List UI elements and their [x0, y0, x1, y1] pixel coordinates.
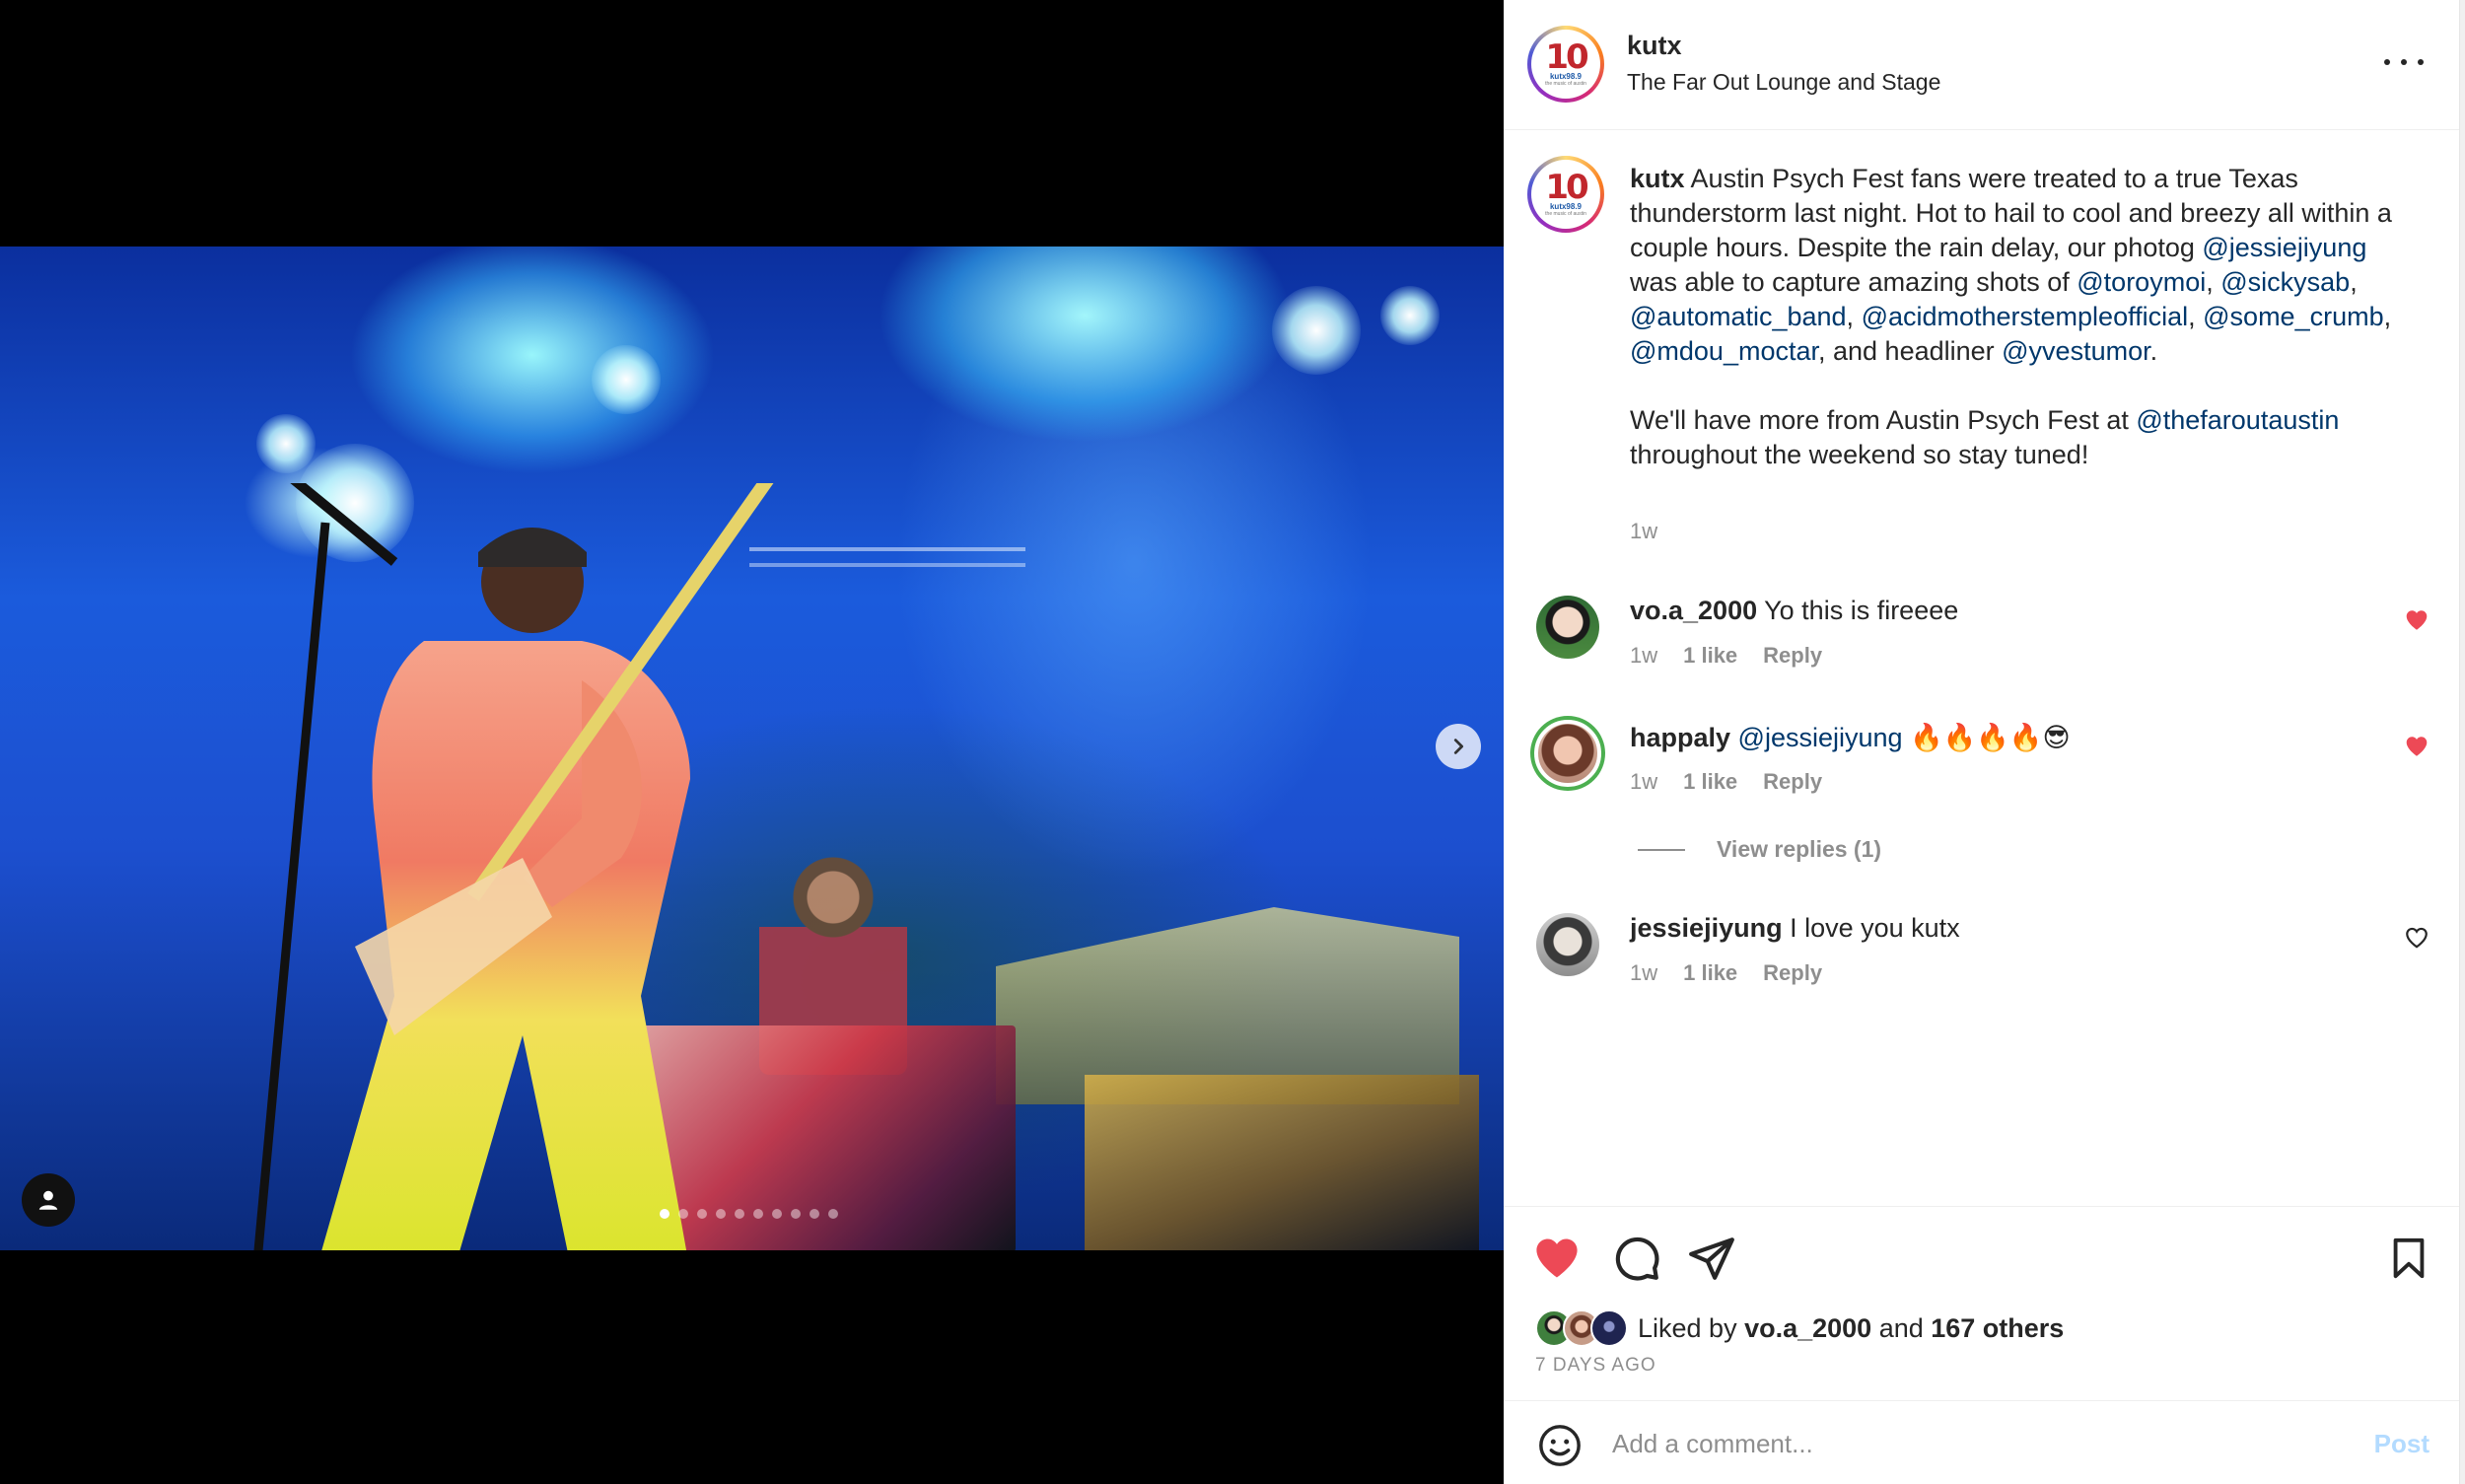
- commenter-avatar[interactable]: [1536, 596, 1599, 659]
- media-pane: [0, 0, 1504, 1484]
- comment-item: vo.a_2000 Yo this is fireeee 1w 1 like R…: [1504, 596, 2459, 704]
- commenter-username[interactable]: happaly: [1630, 723, 1730, 752]
- commenter-avatar[interactable]: [1530, 716, 1605, 791]
- comment-likes[interactable]: 1 like: [1683, 960, 1737, 986]
- more-dot-icon: [2418, 59, 2424, 65]
- likes-others-link[interactable]: 167 others: [1931, 1313, 2064, 1344]
- tagged-users-button[interactable]: [22, 1173, 75, 1227]
- replies-divider: [1638, 848, 1685, 851]
- comment-like-heart-icon[interactable]: [2404, 607, 2430, 633]
- kutx-logo: 10 kutx98.9 the music of austin: [1535, 34, 1596, 95]
- comment-meta: 1w 1 like Reply: [1630, 769, 1822, 795]
- mention-jessiejiyung[interactable]: @jessiejiyung: [1738, 723, 1903, 752]
- post-date[interactable]: 7 DAYS AGO: [1535, 1355, 1656, 1377]
- carousel-dot[interactable]: [810, 1209, 819, 1219]
- comment-meta: 1w 1 like Reply: [1630, 960, 1822, 986]
- post-location[interactable]: The Far Out Lounge and Stage: [1627, 69, 1940, 96]
- caption-text: kutx Austin Psych Fest fans were treated…: [1630, 164, 2392, 469]
- comment-text: jessiejiyung I love you kutx: [1630, 913, 1960, 943]
- share-icon[interactable]: [1687, 1234, 1736, 1283]
- stage-light: [592, 345, 661, 414]
- mention-sickysab[interactable]: @sickysab: [2220, 267, 2350, 297]
- mention-thefaroutaustin[interactable]: @thefaroutaustin: [2136, 405, 2339, 435]
- carousel-dot[interactable]: [791, 1209, 801, 1219]
- post-header: 10 kutx98.9 the music of austin kutx The…: [1504, 0, 2459, 130]
- stage-light: [1272, 286, 1361, 375]
- next-photo-button[interactable]: [1436, 724, 1481, 769]
- comment-likes[interactable]: 1 like: [1683, 769, 1737, 795]
- caption-username[interactable]: kutx: [1630, 164, 1685, 193]
- liker-avatars[interactable]: [1535, 1309, 1628, 1347]
- carousel-dot[interactable]: [828, 1209, 838, 1219]
- chevron-right-icon: [1453, 739, 1464, 754]
- mention-mdou-moctar[interactable]: @mdou_moctar: [1630, 336, 1818, 366]
- more-options-button[interactable]: [2384, 47, 2424, 77]
- post-comment-button[interactable]: Post: [2374, 1429, 2430, 1459]
- comment-time[interactable]: 1w: [1630, 769, 1657, 795]
- reply-button[interactable]: Reply: [1763, 769, 1822, 795]
- mention-yvestumor[interactable]: @yvestumor: [2002, 336, 2149, 366]
- comment-likes[interactable]: 1 like: [1683, 643, 1737, 669]
- mention-some-crumb[interactable]: @some_crumb: [2203, 302, 2383, 331]
- person-icon: [38, 1190, 58, 1210]
- liker-username[interactable]: vo.a_2000: [1744, 1313, 1871, 1344]
- comment-like-heart-icon[interactable]: [2404, 925, 2430, 951]
- commenter-username[interactable]: vo.a_2000: [1630, 596, 1757, 625]
- commenter-avatar[interactable]: [1536, 913, 1599, 976]
- commenter-username[interactable]: jessiejiyung: [1630, 913, 1783, 943]
- comment-input[interactable]: [1612, 1419, 2302, 1468]
- more-dot-icon: [2401, 59, 2407, 65]
- emoji-icon[interactable]: [1537, 1423, 1583, 1468]
- performer-illustration: [253, 483, 774, 1250]
- author-avatar[interactable]: 10 kutx98.9 the music of austin: [1527, 26, 1604, 103]
- comment-text: vo.a_2000 Yo this is fireeee: [1630, 596, 1959, 625]
- carousel-dot[interactable]: [735, 1209, 744, 1219]
- comment-time[interactable]: 1w: [1630, 960, 1657, 986]
- scrollbar[interactable]: [2459, 0, 2465, 1484]
- carousel-dot[interactable]: [660, 1209, 669, 1219]
- mention-toroymoi[interactable]: @toroymoi: [2077, 267, 2206, 297]
- carousel-dot[interactable]: [678, 1209, 688, 1219]
- caption-timestamp[interactable]: 1w: [1630, 519, 1657, 544]
- comment-composer: Post: [1504, 1400, 2459, 1484]
- mention-automatic-band[interactable]: @automatic_band: [1630, 302, 1847, 331]
- comment-like-heart-icon[interactable]: [2404, 734, 2430, 759]
- mention-jessiejiyung[interactable]: @jessiejiyung: [2202, 233, 2366, 262]
- comment-meta: 1w 1 like Reply: [1630, 643, 1822, 669]
- post-photo[interactable]: [0, 247, 1504, 1250]
- carousel-dot[interactable]: [753, 1209, 763, 1219]
- post-actions: Liked by vo.a_2000 and 167 others 7 DAYS…: [1504, 1206, 2459, 1398]
- comment-item: jessiejiyung I love you kutx 1w 1 like R…: [1504, 913, 2459, 1022]
- keyboard-rig: [1085, 1075, 1479, 1250]
- stage-light: [256, 414, 316, 473]
- author-username[interactable]: kutx: [1627, 31, 1682, 61]
- carousel-dot[interactable]: [772, 1209, 782, 1219]
- view-replies-button[interactable]: View replies (1): [1638, 836, 1881, 863]
- more-dot-icon: [2384, 59, 2390, 65]
- comment-icon[interactable]: [1612, 1234, 1661, 1283]
- kutx-logo: 10 kutx98.9 the music of austin: [1535, 164, 1596, 225]
- reply-button[interactable]: Reply: [1763, 643, 1822, 669]
- likes-summary: Liked by vo.a_2000 and 167 others: [1535, 1309, 2064, 1347]
- stage-light: [1380, 286, 1440, 345]
- comment-text: happaly @jessiejiyung 🔥🔥🔥🔥😎: [1630, 723, 2071, 752]
- post-side-panel: 10 kutx98.9 the music of austin kutx The…: [1504, 0, 2459, 1484]
- comment-time[interactable]: 1w: [1630, 643, 1657, 669]
- caption-author-avatar[interactable]: 10 kutx98.9 the music of austin: [1527, 156, 1604, 233]
- carousel-dot[interactable]: [697, 1209, 707, 1219]
- carousel-dot[interactable]: [716, 1209, 726, 1219]
- like-heart-icon[interactable]: [1531, 1233, 1583, 1284]
- mention-acidmotherstempleofficial[interactable]: @acidmotherstempleofficial: [1862, 302, 2189, 331]
- carousel-indicator: [660, 1209, 838, 1219]
- reply-button[interactable]: Reply: [1763, 960, 1822, 986]
- bookmark-icon[interactable]: [2386, 1234, 2431, 1283]
- liker-avatar: [1590, 1309, 1628, 1347]
- comment-item: happaly @jessiejiyung 🔥🔥🔥🔥😎 1w 1 like Re…: [1504, 716, 2459, 830]
